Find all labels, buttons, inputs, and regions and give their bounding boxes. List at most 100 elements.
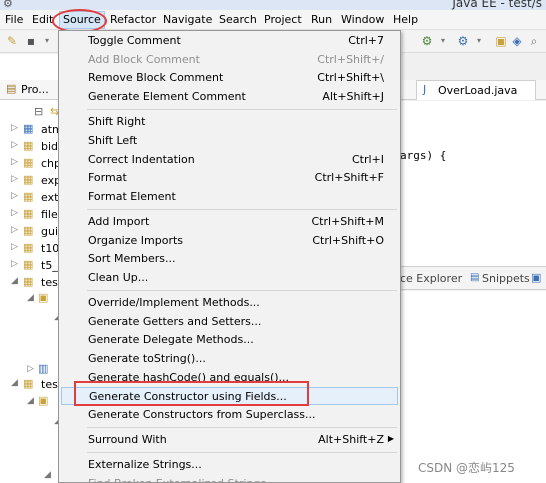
tree-item[interactable]: ▷ ▦ bid — [0, 139, 60, 155]
menu-project[interactable]: Project — [264, 13, 302, 26]
open-type-icon[interactable]: ◈ — [510, 34, 524, 48]
menu-item-format-element[interactable]: Format Element — [61, 188, 398, 206]
tab-explorer[interactable]: ce Explorer — [400, 272, 462, 285]
menu-item-override-implement-methods[interactable]: Override/Implement Methods... — [61, 294, 398, 312]
menu-item-generate-constructor-using-fields[interactable]: Generate Constructor using Fields... — [61, 387, 398, 405]
menu-item-toggle-comment[interactable]: Toggle Comment Ctrl+7 — [61, 32, 398, 50]
menu-help[interactable]: Help — [393, 13, 418, 26]
expand-arrow-icon[interactable]: ▷ — [11, 174, 18, 184]
menu-item-label: Add Import — [88, 215, 150, 228]
menu-separator — [87, 209, 397, 210]
menu-run[interactable]: Run — [311, 13, 332, 26]
menu-item-add-block-comment[interactable]: Add Block Comment Ctrl+Shift+/ — [61, 51, 398, 69]
collapse-arrow-icon[interactable]: ◢ — [11, 276, 18, 286]
editor-tab-overload[interactable]: J OverLoad.java — [416, 80, 536, 100]
code-line: args) { — [400, 149, 447, 162]
menu-item-generate-delegate-methods[interactable]: Generate Delegate Methods... — [61, 331, 398, 349]
source-menu-dropdown: Toggle Comment Ctrl+7 Add Block Comment Ctr… — [58, 30, 401, 483]
menu-item-remove-block-comment[interactable]: Remove Block Comment Ctrl+Shift+\ — [61, 69, 398, 87]
expand-arrow-icon[interactable]: ▷ — [11, 157, 18, 167]
menu-item-format[interactable]: Format Ctrl+Shift+F — [61, 169, 398, 187]
run-icon[interactable]: ⚙ — [420, 34, 434, 48]
tree-item[interactable]: ▷ ▦ chp — [0, 156, 61, 172]
menu-item-shortcut: Ctrl+Shift+/ — [317, 53, 384, 66]
new-icon[interactable]: ✎ — [5, 34, 19, 48]
tree-item[interactable]: ▷ ▦ exte — [0, 190, 65, 206]
expand-arrow-icon[interactable]: ▷ — [11, 191, 18, 201]
tree-item[interactable]: ▷ ▦ file — [0, 207, 60, 223]
tree-item[interactable]: ▷ ▦ t5_1 — [0, 258, 65, 274]
search-icon[interactable]: ⌕ — [527, 34, 541, 48]
collapse-arrow-icon[interactable]: ◢ — [27, 293, 34, 303]
menu-item-sort-members[interactable]: Sort Members... — [61, 250, 398, 268]
project-explorer-tab[interactable]: ▤ Pro... — [0, 80, 60, 100]
expand-arrow-icon[interactable]: ▷ — [27, 364, 34, 374]
menu-item-add-import[interactable]: Add Import Ctrl+Shift+M — [61, 213, 398, 231]
expand-arrow-icon[interactable]: ▷ — [11, 242, 18, 252]
expand-arrow-icon[interactable]: ▷ — [11, 208, 18, 218]
menu-item-shortcut: Alt+Shift+J — [322, 90, 384, 103]
save-icon[interactable]: ▪ — [24, 34, 38, 48]
menu-item-label: Externalize Strings... — [88, 458, 202, 471]
editor-tab-label: OverLoad.java — [438, 84, 518, 97]
menu-item-surround-with[interactable]: Surround With Alt+Shift+Z ▶ — [61, 431, 398, 449]
menu-item-label: Format — [88, 171, 127, 184]
tree-item[interactable]: ▷ ▦ gui — [0, 224, 60, 240]
package-explorer-icon: ▤ — [6, 82, 17, 95]
collapse-arrow-icon[interactable]: ◢ — [11, 378, 18, 388]
menu-window[interactable]: Window — [341, 13, 384, 26]
menu-refactor[interactable]: Refactor — [110, 13, 156, 26]
menu-item-correct-indentation[interactable]: Correct Indentation Ctrl+I — [61, 151, 398, 169]
menu-item-shortcut: Ctrl+Shift+\ — [317, 71, 384, 84]
menu-item-clean-up[interactable]: Clean Up... — [61, 269, 398, 287]
menu-bar: File Edit Source Refactor Navigate Searc… — [0, 10, 546, 30]
menu-item-label: Correct Indentation — [88, 153, 195, 166]
project-icon: ▦ — [23, 139, 34, 152]
tree-item[interactable]: ◢ ▦ test — [0, 275, 62, 291]
menu-item-organize-imports[interactable]: Organize Imports Ctrl+Shift+O — [61, 232, 398, 250]
menu-search[interactable]: Search — [219, 13, 257, 26]
menu-item-label: Generate Constructors from Superclass... — [88, 408, 316, 421]
menu-item-generate-element-comment[interactable]: Generate Element Comment Alt+Shift+J — [61, 88, 398, 106]
menu-item-label: Remove Block Comment — [88, 71, 224, 84]
menu-item-generate-tostring[interactable]: Generate toString()... — [61, 350, 398, 368]
debug-icon[interactable]: ⚙ — [456, 34, 470, 48]
menu-item-generate-hashcode-and-equals[interactable]: Generate hashCode() and equals()... — [61, 369, 398, 387]
menu-navigate[interactable]: Navigate — [163, 13, 212, 26]
tree-item[interactable]: ▷ ▦ atm — [0, 122, 63, 138]
project-icon: ▦ — [23, 377, 34, 390]
expand-arrow-icon[interactable]: ▷ — [11, 140, 18, 150]
menu-edit[interactable]: Edit — [32, 13, 53, 26]
chevron-down-icon[interactable]: ▾ — [40, 34, 54, 48]
source-folder-icon: ▣ — [38, 291, 49, 304]
expand-arrow-icon[interactable]: ▷ — [11, 225, 18, 235]
tree-item[interactable]: ▷ ▦ exp — [0, 173, 61, 189]
code-editor[interactable]: args) { — [400, 101, 546, 266]
menu-item-shortcut: Ctrl+Shift+M — [311, 215, 385, 228]
menu-item-generate-constructors-from-superclass[interactable]: Generate Constructors from Superclass... — [61, 406, 398, 424]
menu-source[interactable]: Source — [59, 11, 105, 29]
expand-arrow-icon[interactable]: ▷ — [11, 259, 18, 269]
collapse-arrow-icon[interactable]: ◢ — [44, 470, 51, 480]
tree-item[interactable]: ◢ ▦ test — [0, 377, 62, 393]
menu-item-label: Generate Element Comment — [88, 90, 246, 103]
menu-file[interactable]: File — [5, 13, 23, 26]
expand-arrow-icon[interactable]: ▷ — [11, 123, 18, 133]
console-icon[interactable]: ▣ — [531, 271, 541, 284]
menu-item-find-broken-externalized-strings[interactable]: Find Broken Externalized Strings — [61, 475, 398, 482]
menu-item-externalize-strings[interactable]: Externalize Strings... — [61, 456, 398, 474]
menu-item-label: Shift Right — [88, 115, 146, 128]
menu-item-generate-getters-and-setters[interactable]: Generate Getters and Setters... — [61, 313, 398, 331]
menu-item-shift-left[interactable]: Shift Left — [61, 132, 398, 150]
chevron-down-icon[interactable]: ▾ — [472, 34, 486, 48]
menu-item-shift-right[interactable]: Shift Right — [61, 113, 398, 131]
tab-snippets[interactable]: Snippets — [482, 272, 530, 285]
chevron-down-icon[interactable]: ▾ — [436, 34, 450, 48]
collapse-arrow-icon[interactable]: ◢ — [27, 396, 34, 406]
open-folder-icon[interactable]: ▣ — [494, 34, 508, 48]
menu-item-shortcut: Ctrl+I — [351, 153, 384, 166]
menu-item-label: Generate Constructor using Fields... — [89, 390, 287, 403]
menu-separator — [87, 109, 397, 110]
collapse-all-icon[interactable]: ⊟ — [34, 105, 43, 118]
tree-item[interactable]: ▷ ▦ t10 — [0, 241, 60, 257]
